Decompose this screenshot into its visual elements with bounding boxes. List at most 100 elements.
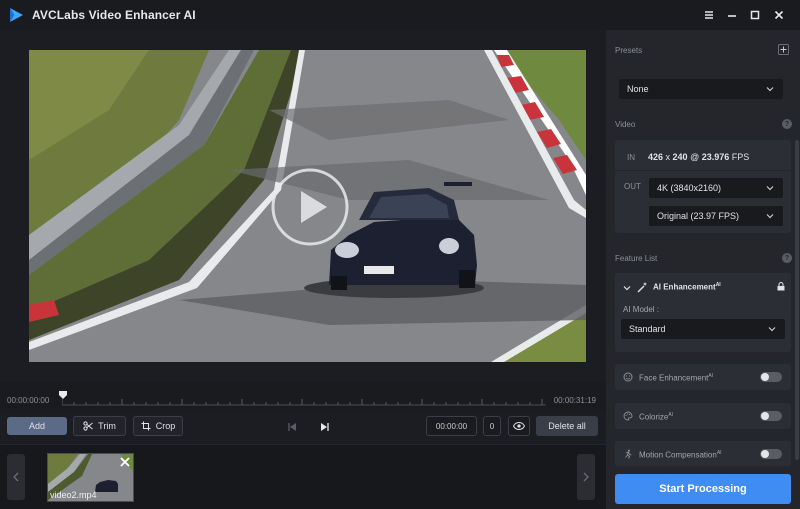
chevron-down-icon	[768, 327, 776, 332]
app-title: AVCLabs Video Enhancer AI	[32, 8, 196, 22]
video-card-divider	[615, 170, 791, 171]
maximize-icon[interactable]	[747, 7, 763, 23]
running-icon	[625, 449, 632, 459]
output-fps-value: Original (23.97 FPS)	[657, 211, 740, 221]
output-fps-select[interactable]: Original (23.97 FPS)	[649, 206, 783, 226]
playhead-handle[interactable]	[58, 390, 68, 400]
play-icon[interactable]	[270, 167, 350, 247]
crop-icon	[141, 421, 151, 431]
filmstrip: video2.mp4	[0, 444, 606, 509]
video-section-title: Video	[615, 120, 636, 129]
frame-number-value: 0	[489, 421, 495, 431]
input-fps: 23.976	[701, 152, 730, 162]
input-spec: 426 x 240 @ 23.976 FPS	[648, 152, 749, 162]
ai-model-value: Standard	[629, 324, 666, 334]
face-icon	[623, 372, 633, 382]
delete-all-button[interactable]: Delete all	[536, 416, 598, 436]
presets-title: Presets	[615, 46, 643, 55]
filmstrip-next-button[interactable]	[577, 454, 595, 500]
frame-number-input[interactable]: 0	[483, 416, 501, 436]
ai-model-select[interactable]: Standard	[621, 319, 785, 339]
timeline[interactable]: 00:00:00:00 00:00:31:19	[0, 382, 606, 412]
app-logo-icon	[10, 8, 23, 22]
ai-model-label: AI Model :	[623, 305, 660, 314]
colorize-toggle[interactable]	[760, 411, 782, 421]
start-processing-button[interactable]: Start Processing	[615, 474, 791, 504]
current-time-value: 00:00:00	[435, 421, 468, 431]
filmstrip-item-name: video2.mp4	[50, 490, 97, 500]
in-label: IN	[627, 153, 635, 162]
filmstrip-item[interactable]: video2.mp4	[47, 453, 134, 502]
timeline-start-time: 00:00:00:00	[7, 396, 50, 405]
face-enhancement-sup: AI	[708, 373, 714, 379]
input-x: x	[663, 152, 673, 162]
ai-enhancement-sup: AI	[715, 282, 721, 288]
out-label: OUT	[624, 182, 641, 191]
motion-compensation-row: Motion CompensationAI	[615, 441, 791, 467]
motion-compensation-label: Motion CompensationAI	[639, 450, 722, 460]
face-enhancement-toggle[interactable]	[760, 372, 782, 382]
eye-icon	[513, 422, 525, 430]
previous-frame-icon[interactable]	[285, 420, 299, 434]
colorize-row: ColorizeAI	[615, 403, 791, 429]
start-processing-label: Start Processing	[659, 483, 747, 495]
input-at: @	[687, 152, 702, 162]
filmstrip-prev-button[interactable]	[7, 454, 25, 500]
timeline-ruler[interactable]	[62, 396, 546, 406]
menu-icon[interactable]	[701, 7, 717, 23]
palette-icon	[623, 411, 633, 421]
video-preview[interactable]	[29, 50, 586, 362]
crop-button[interactable]: Crop	[133, 416, 183, 436]
output-resolution-value: 4K (3840x2160)	[657, 183, 722, 193]
crop-button-label: Crop	[155, 421, 176, 431]
timeline-end-time: 00:00:31:19	[553, 396, 596, 405]
input-height: 240	[672, 152, 688, 162]
add-button[interactable]: Add	[7, 417, 67, 435]
colorize-label: ColorizeAI	[639, 412, 673, 422]
chevron-right-icon	[583, 472, 589, 482]
lock-icon	[777, 282, 785, 291]
trim-button[interactable]: Trim	[73, 416, 126, 436]
motion-compensation-text: Motion Compensation	[639, 450, 717, 460]
motion-compensation-toggle[interactable]	[760, 449, 782, 459]
output-resolution-select[interactable]: 4K (3840x2160)	[649, 178, 783, 198]
feature-list-title: Feature List	[615, 254, 658, 263]
main-area: 00:00:00:00 00:00:31:19 Add Trim Crop 00…	[0, 30, 606, 509]
chevron-down-icon	[766, 186, 774, 191]
title-bar: AVCLabs Video Enhancer AI	[0, 0, 800, 30]
add-preset-icon[interactable]	[778, 44, 789, 55]
presets-select[interactable]: None	[619, 79, 783, 99]
chevron-down-icon[interactable]	[623, 284, 631, 292]
input-width: 426	[648, 152, 664, 162]
ai-enhancement-text: AI Enhancement	[653, 282, 716, 292]
next-frame-icon[interactable]	[318, 420, 332, 434]
scissors-icon	[83, 421, 93, 431]
feature-help-icon[interactable]: ?	[782, 253, 792, 263]
trim-button-label: Trim	[98, 421, 116, 431]
input-fps-unit: FPS	[729, 152, 750, 162]
ai-enhancement-label: AI EnhancementAI	[653, 282, 721, 292]
preview-toggle-button[interactable]	[508, 416, 530, 436]
presets-value: None	[627, 84, 649, 94]
colorize-text: Colorize	[639, 412, 669, 422]
edit-toolbar: Add Trim Crop 00:00:00 0 Delete all	[0, 412, 606, 442]
colorize-sup: AI	[668, 412, 674, 418]
close-icon[interactable]	[771, 7, 787, 23]
face-enhancement-row: Face EnhancementAI	[615, 364, 791, 390]
face-enhancement-label: Face EnhancementAI	[639, 373, 713, 383]
chevron-down-icon	[766, 87, 774, 92]
ai-enhancement-card: AI EnhancementAI AI Model : Standard	[615, 273, 791, 352]
current-time-input[interactable]: 00:00:00	[426, 416, 477, 436]
settings-panel: Presets None Video ? IN 426 x 240 @ 23.9…	[606, 30, 800, 509]
face-enhancement-text: Face Enhancement	[639, 373, 709, 383]
video-settings-card: IN 426 x 240 @ 23.976 FPS OUT 4K (3840x2…	[615, 140, 791, 233]
panel-scrollbar[interactable]	[795, 140, 799, 460]
chevron-down-icon	[766, 214, 774, 219]
minimize-icon[interactable]	[724, 7, 740, 23]
delete-all-label: Delete all	[548, 421, 586, 431]
remove-item-icon[interactable]	[119, 456, 131, 468]
chevron-left-icon	[13, 472, 19, 482]
add-button-label: Add	[28, 421, 45, 431]
motion-compensation-sup: AI	[716, 450, 722, 456]
video-help-icon[interactable]: ?	[782, 119, 792, 129]
